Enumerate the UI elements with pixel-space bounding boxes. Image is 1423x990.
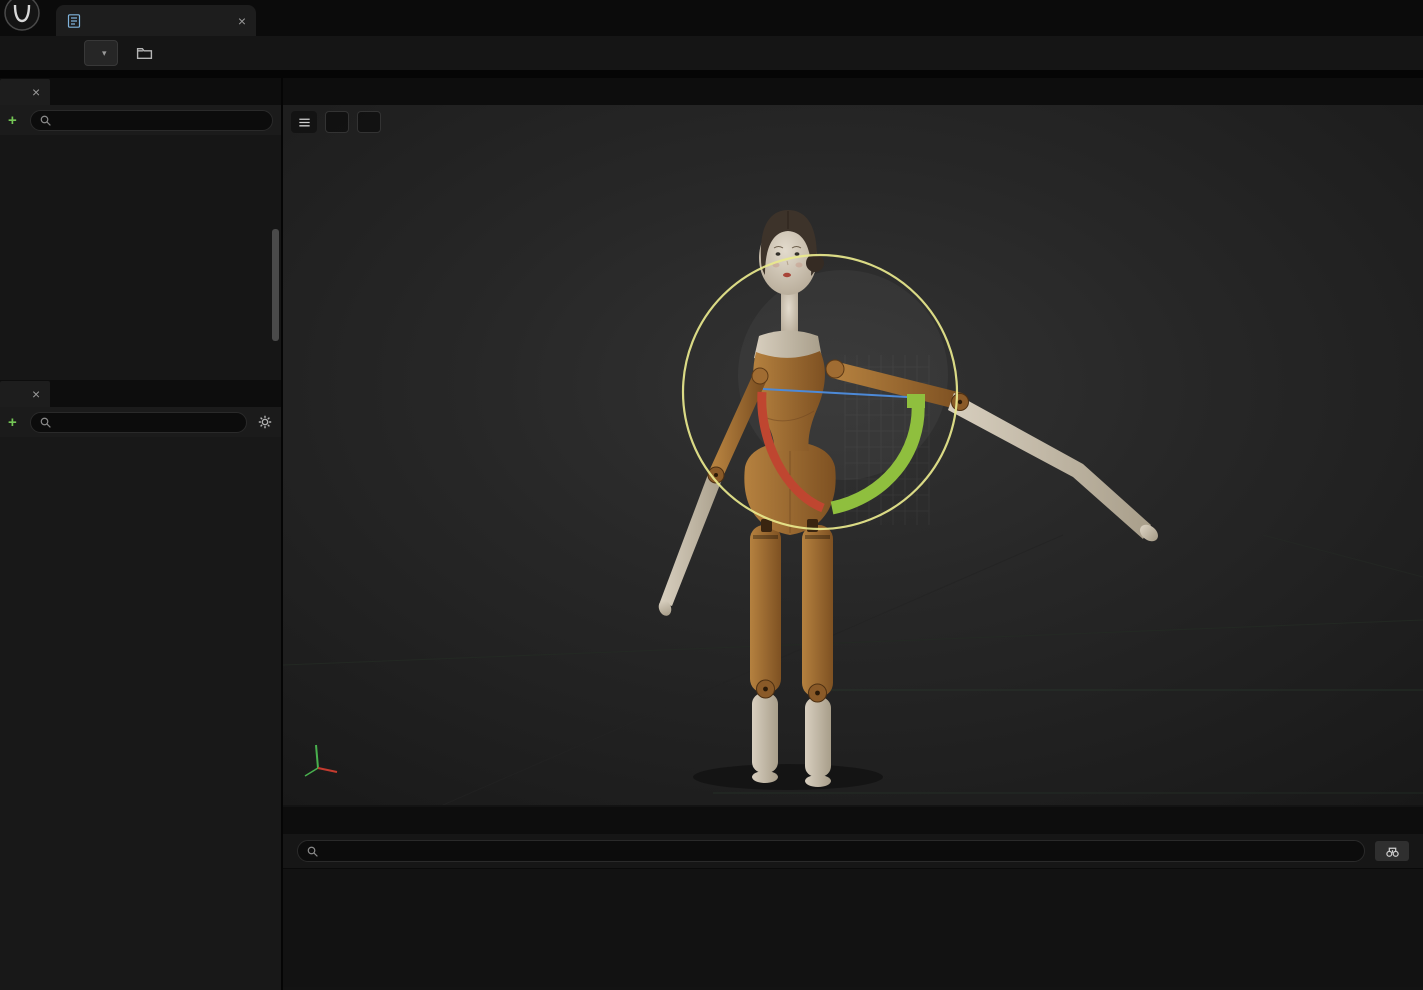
plus-icon: + [8,111,17,129]
find-searchbox [297,840,1365,862]
unreal-blueprint-editor-window: × ▾ × + × + [0,0,1423,990]
scrollbar-thumb[interactable] [272,229,279,341]
viewport-3d-scene[interactable] [283,105,1423,805]
search-icon [39,114,52,127]
tab-components[interactable]: × [0,79,51,105]
find-results-body [283,868,1423,987]
components-toolbar: + [0,105,281,135]
components-tree [0,135,281,380]
viewport-mode-controls [291,111,381,133]
my-blueprint-search-input[interactable] [57,415,238,429]
left-panel-column: × + × + [0,78,281,990]
my-blueprint-tab-strip: × [0,380,281,407]
components-panel: × + [0,78,281,380]
my-blueprint-panel: × + [0,380,281,990]
search-icon [39,416,52,429]
blueprint-toolbar: ▾ [0,36,1423,74]
find-references-input[interactable] [325,844,1356,858]
add-component-button[interactable]: + [8,113,22,128]
my-blueprint-toolbar: + [0,407,281,437]
perspective-dropdown[interactable] [325,111,349,133]
title-tab-bar: × [0,0,1423,36]
find-references-row [283,834,1423,868]
components-searchbox [29,109,273,131]
lit-dropdown[interactable] [357,111,381,133]
doll-shadow [693,764,883,790]
close-icon[interactable]: × [238,14,246,28]
plus-icon: + [8,413,17,431]
binoculars-icon [1385,844,1400,859]
bottom-tab-strip [283,807,1423,834]
gizmo-handle-green[interactable] [907,394,925,408]
editor-tab-strip [283,78,1423,105]
viewport-menu-button[interactable] [291,111,317,133]
tab-my-blueprint[interactable]: × [0,381,51,407]
bottom-panel [283,807,1423,990]
find-in-blueprints-button[interactable] [1375,841,1409,861]
search-icon [306,845,319,858]
my-blueprint-searchbox [29,411,247,433]
asset-tab-bp-doll[interactable]: × [56,5,256,36]
components-search-input[interactable] [57,113,264,127]
unreal-logo-icon[interactable] [2,0,42,33]
blueprint-icon [66,13,82,29]
settings-gear-icon[interactable] [257,414,273,430]
close-icon[interactable]: × [32,85,40,99]
close-icon[interactable]: × [32,387,40,401]
chevron-down-icon: ▾ [102,47,107,58]
components-tab-strip: × [0,78,281,105]
asset-selector-dropdown[interactable]: ▾ [84,40,118,66]
browser-icon [136,45,153,62]
main-editor-column [283,78,1423,990]
viewport-panel[interactable] [283,105,1423,805]
add-blueprint-item-button[interactable]: + [8,415,22,430]
browse-to-asset-button[interactable] [128,40,161,67]
hamburger-icon [297,115,312,130]
